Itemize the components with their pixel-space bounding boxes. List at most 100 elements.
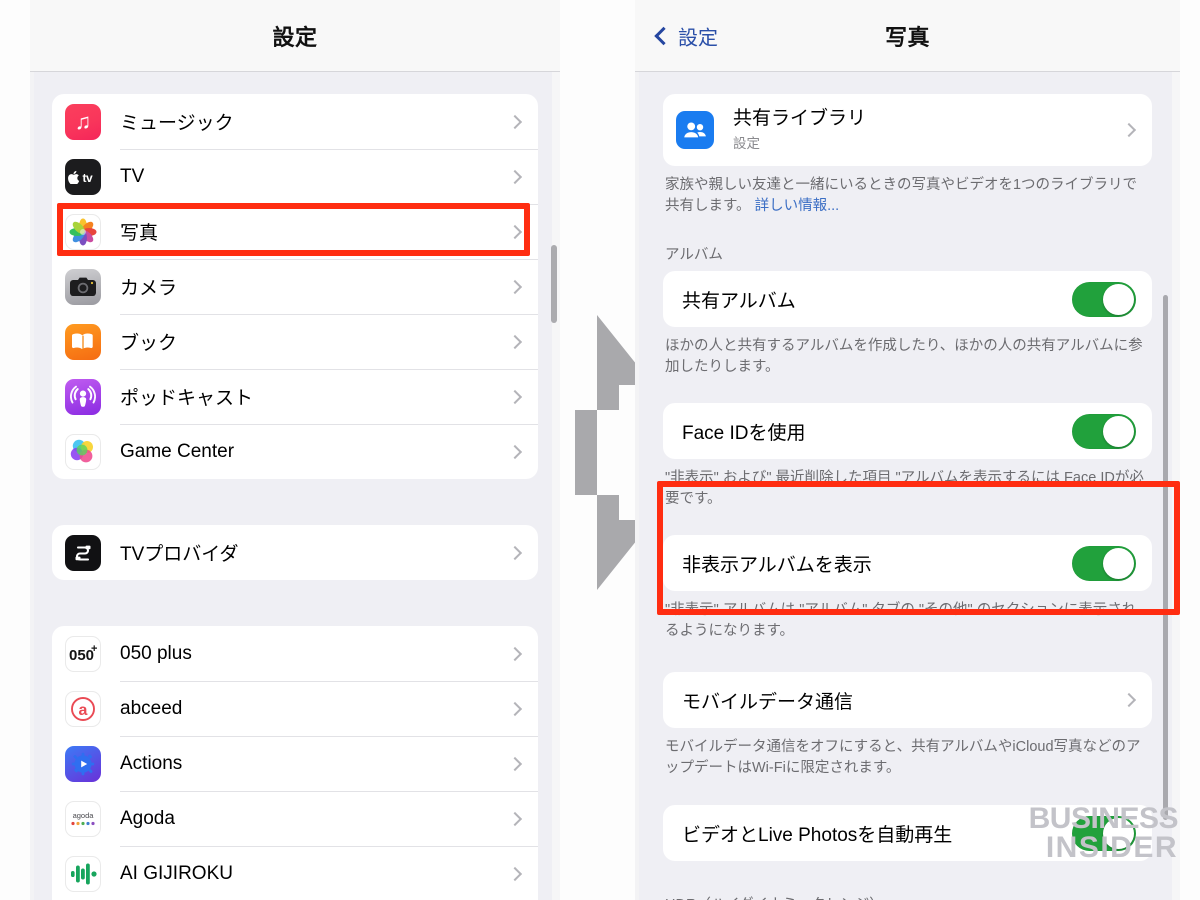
chevron-right-icon (507, 545, 523, 560)
svg-text:agoda: agoda (73, 811, 95, 820)
settings-row-label: 写真 (120, 223, 159, 244)
music-note-glyph: ♫ (74, 108, 92, 134)
apple-tv-logo-glyph: tv (68, 170, 93, 184)
abceed-app-icon: a (65, 690, 101, 727)
game-center-app-icon (65, 433, 101, 470)
settings-row-label: Actions (120, 752, 183, 774)
chevron-right-icon (507, 114, 523, 129)
shared-library-footnote: 家族や親しい友達と一緒にいるときの写真やビデオを1つのライブラリで共有します。 … (665, 175, 1150, 217)
settings-row-label: ポッドキャスト (120, 388, 254, 409)
chevron-right-icon (1121, 693, 1137, 708)
hdr-section-header: HDR（ハイダイナミックレンジ） (665, 893, 1180, 900)
face-id-footnote: "非表示" および" 最近削除した項目 "アルバムを表示するには Face ID… (665, 470, 1144, 508)
shared-albums-row[interactable]: 共有アルバム (663, 271, 1152, 327)
shared-albums-footnote: ほかの人と共有するアルバムを作成したり、ほかの人の共有アルバムに参加したりします… (665, 338, 1143, 376)
settings-row-podcasts[interactable]: ポッドキャスト (52, 369, 538, 424)
chevron-left-icon (654, 26, 673, 45)
gear-play-glyph (71, 752, 95, 775)
settings-row-camera[interactable]: カメラ (52, 259, 538, 314)
chevron-right-icon (1121, 122, 1137, 138)
left-phone-settings-screen: 設定 ♫ ミュージック tv TV 写真 カメラ ブック ポッドキャスト Gam… (30, 0, 560, 900)
settings-row-label: AI GIJIROKU (120, 862, 233, 884)
050-plus-app-icon: 050 + (65, 635, 101, 672)
show-hidden-album-toggle[interactable] (1072, 545, 1136, 581)
settings-row-photos[interactable]: 写真 (52, 204, 538, 259)
camera-app-icon (65, 268, 101, 305)
back-to-settings-button[interactable]: 設定 (654, 21, 718, 50)
two-people-glyph (684, 122, 706, 138)
music-app-icon: ♫ (65, 103, 101, 140)
settings-row-actions[interactable]: Actions (52, 736, 538, 791)
hidden-album-group: 非表示アルバムを表示 (663, 535, 1152, 592)
back-button-label: 設定 (678, 27, 718, 49)
right-scroll-area[interactable]: 共有ライブラリ 設定 家族や親しい友達と一緒にいるときの写真やビデオを1つのライ… (635, 94, 1180, 900)
podcast-antenna-glyph (70, 385, 96, 407)
050-plus-logo-glyph: 050 + (69, 643, 97, 664)
settings-row-music[interactable]: ♫ ミュージック (52, 94, 538, 149)
shared-library-subtitle: 設定 (733, 136, 760, 152)
toggle-knob (1103, 415, 1134, 447)
settings-row-label: 050 plus (120, 642, 192, 664)
show-hidden-album-row[interactable]: 非表示アルバムを表示 (663, 535, 1152, 591)
face-id-row[interactable]: Face IDを使用 (663, 403, 1152, 459)
settings-row-label: TV (120, 165, 145, 187)
settings-row-label: abceed (120, 697, 183, 719)
learn-more-link[interactable]: 詳しい情報... (755, 198, 840, 214)
right-phone-photos-settings-screen: 設定 写真 共有ライブラリ 設定 家族や親しい友達と一緒にいるときの写真やビデオ… (635, 0, 1180, 900)
chevron-right-icon (507, 334, 523, 349)
tv-app-icon: tv (65, 158, 101, 195)
settings-row-tv[interactable]: tv TV (52, 149, 538, 204)
chevron-right-icon (507, 866, 523, 881)
shared-albums-label: 共有アルバム (682, 290, 796, 312)
agoda-logo-glyph: agoda (71, 811, 95, 825)
shared-library-icon (676, 111, 714, 149)
tv-provider-glyph (75, 545, 91, 561)
cellular-data-row[interactable]: モバイルデータ通信 (663, 672, 1152, 728)
cellular-data-label: モバイルデータ通信 (682, 691, 854, 713)
camera-glyph (70, 277, 96, 296)
settings-row-label: Game Center (120, 440, 235, 462)
toggle-knob (1103, 283, 1134, 315)
waveform-glyph (71, 863, 97, 884)
settings-row-050-plus[interactable]: 050 + 050 plus (52, 626, 538, 681)
settings-row-label: ブック (120, 333, 178, 354)
cellular-data-footnote: モバイルデータ通信をオフにすると、共有アルバムやiCloud写真などのアップデー… (665, 739, 1141, 777)
shared-library-title: 共有ライブラリ (733, 107, 867, 129)
shared-library-group: 共有ライブラリ 設定 (663, 94, 1152, 166)
settings-group-third-party-apps: 050 + 050 plus a abceed Actions agoda Ag… (52, 626, 538, 900)
right-navbar: 設定 写真 (635, 0, 1180, 72)
chevron-right-icon (507, 811, 523, 826)
photos-app-icon (65, 213, 101, 250)
settings-row-label: TVプロバイダ (120, 544, 239, 565)
settings-row-agoda[interactable]: agoda Agoda (52, 791, 538, 846)
settings-row-game-center[interactable]: Game Center (52, 424, 538, 479)
right-page-title: 写真 (884, 24, 930, 50)
settings-row-ai-gijiroku[interactable]: AI GIJIROKU (52, 846, 538, 900)
left-scrollbar-thumb[interactable] (551, 245, 557, 323)
svg-text:a: a (79, 702, 88, 719)
shared-albums-group: 共有アルバム (663, 271, 1152, 328)
show-hidden-album-label: 非表示アルバムを表示 (682, 554, 872, 576)
open-book-glyph (72, 333, 93, 350)
settings-row-books[interactable]: ブック (52, 314, 538, 369)
shared-library-row[interactable]: 共有ライブラリ 設定 (663, 94, 1152, 166)
chevron-right-icon (507, 224, 523, 239)
settings-row-abceed[interactable]: a abceed (52, 681, 538, 736)
settings-row-label: Agoda (120, 807, 175, 829)
tv-provider-app-icon (65, 534, 101, 571)
svg-text:tv: tv (83, 171, 93, 184)
shared-albums-toggle[interactable] (1072, 281, 1136, 317)
chevron-right-icon (507, 279, 523, 294)
shared-library-footnote-text: 家族や親しい友達と一緒にいるときの写真やビデオを1つのライブラリで共有します。 (665, 177, 1138, 215)
watermark-line-2: INSIDER (1045, 830, 1178, 864)
settings-row-tv-provider[interactable]: TVプロバイダ (52, 525, 538, 580)
left-scroll-area[interactable]: ♫ ミュージック tv TV 写真 カメラ ブック ポッドキャスト Game C… (30, 94, 560, 900)
photos-pinwheel-glyph (69, 218, 97, 245)
screenshot-stage: 設定 ♫ ミュージック tv TV 写真 カメラ ブック ポッドキャスト Gam… (0, 0, 1200, 900)
settings-row-label: カメラ (120, 278, 178, 299)
face-id-toggle[interactable] (1072, 413, 1136, 449)
chevron-right-icon (507, 444, 523, 459)
settings-group-apple-apps: ♫ ミュージック tv TV 写真 カメラ ブック ポッドキャスト Game C… (52, 94, 538, 479)
right-scrollbar-thumb[interactable] (1163, 295, 1168, 820)
toggle-knob (1103, 547, 1134, 579)
